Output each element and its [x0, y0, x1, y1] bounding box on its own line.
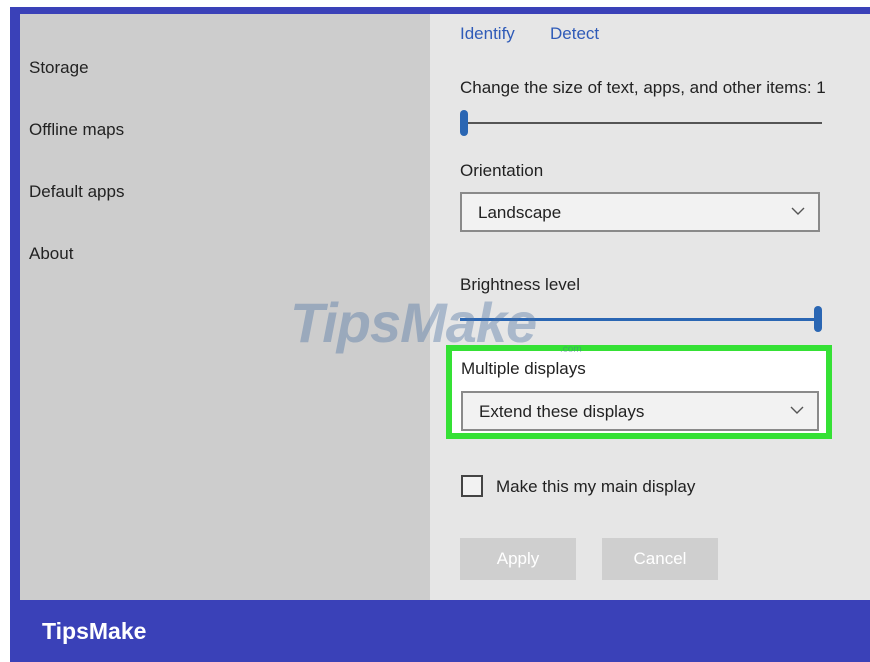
apply-button[interactable]: Apply	[460, 538, 576, 580]
sidebar-item-offline-maps[interactable]: Offline maps	[29, 120, 124, 140]
sidebar-item-default-apps[interactable]: Default apps	[29, 182, 124, 202]
detect-link[interactable]: Detect	[550, 24, 599, 44]
multiple-displays-value: Extend these displays	[479, 402, 645, 421]
sidebar-item-about[interactable]: About	[29, 244, 73, 264]
cancel-button[interactable]: Cancel	[602, 538, 718, 580]
brightness-slider-thumb[interactable]	[814, 306, 822, 332]
scale-slider-thumb[interactable]	[460, 110, 468, 136]
tipsmake-brand-label: TipsMake	[42, 618, 147, 644]
main-display-checkbox-label: Make this my main display	[496, 477, 696, 496]
scale-label: Change the size of text, apps, and other…	[460, 78, 826, 97]
identify-link[interactable]: Identify	[460, 24, 515, 44]
chevron-down-icon	[789, 402, 805, 423]
multiple-displays-highlight: Multiple displays Extend these displays	[446, 345, 832, 439]
main-display-checkbox[interactable]	[461, 475, 483, 497]
tipsmake-watermark-suffix: .com	[560, 344, 582, 355]
scale-slider-track[interactable]	[464, 122, 822, 124]
orientation-value: Landscape	[478, 203, 562, 222]
orientation-dropdown[interactable]: Landscape	[460, 192, 820, 232]
sidebar-item-storage[interactable]: Storage	[29, 58, 89, 78]
orientation-label: Orientation	[460, 161, 544, 180]
chevron-down-icon	[790, 203, 806, 224]
multiple-displays-dropdown[interactable]: Extend these displays	[461, 391, 819, 431]
multiple-displays-label: Multiple displays	[461, 359, 586, 378]
tipsmake-watermark: TipsMake	[290, 291, 537, 354]
